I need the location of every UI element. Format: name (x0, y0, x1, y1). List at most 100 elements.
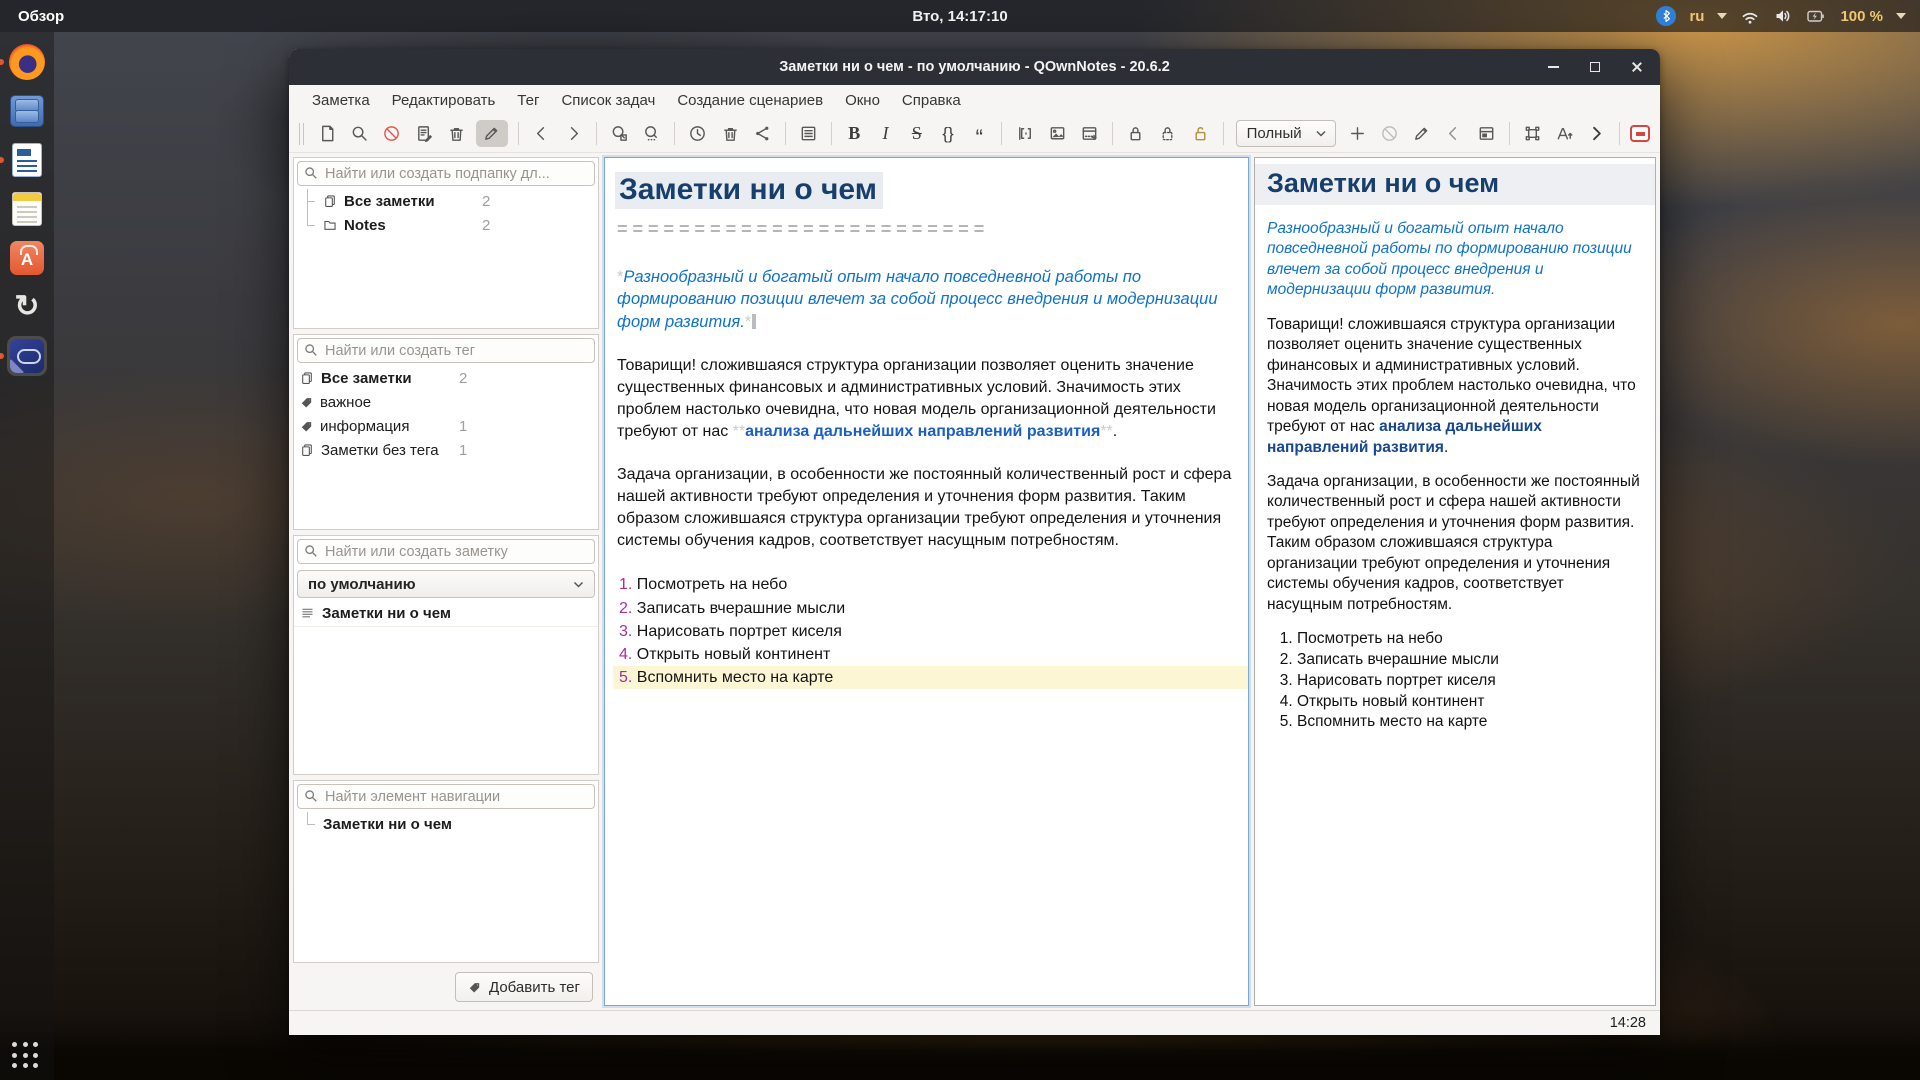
keyboard-layout-indicator: ru (1689, 8, 1704, 25)
format-code-button[interactable]: {} (936, 124, 960, 144)
subfolder-search-input[interactable] (297, 161, 595, 186)
dock-item-software-updater[interactable]: ↻ (7, 287, 47, 327)
preview-list-item: Записать вчерашние мысли (1297, 650, 1643, 670)
tag-row-untagged[interactable]: Заметки без тега 1 (294, 438, 598, 462)
toolbar-overflow-icon[interactable] (1584, 120, 1609, 147)
encrypt-note-icon[interactable] (1155, 120, 1180, 147)
toc-icon[interactable] (796, 120, 821, 147)
menu-scripting[interactable]: Создание сценариев (666, 88, 834, 113)
trash-icon[interactable] (718, 120, 743, 147)
dock-item-firefox[interactable] (7, 42, 47, 82)
menu-tag[interactable]: Тег (506, 88, 550, 113)
note-preview[interactable]: Заметки ни о чем Разнообразный и богатый… (1254, 157, 1656, 1006)
qownnotes-icon (10, 339, 44, 373)
remove-workspace-icon[interactable] (1377, 120, 1402, 147)
window-title: Заметки ни о чем - по умолчанию - QOwnNo… (779, 59, 1170, 75)
trash-note-icon[interactable] (444, 120, 469, 147)
format-bold-button[interactable]: B (842, 123, 866, 144)
editor-note-title: Заметки ни о чем (615, 172, 883, 209)
format-strikethrough-button[interactable]: S (905, 123, 929, 144)
frame-transform-icon[interactable] (1520, 120, 1545, 147)
note-search-input[interactable] (297, 539, 595, 564)
tag-search-input[interactable] (297, 338, 595, 363)
note-diff-icon[interactable] (411, 120, 436, 147)
menu-help[interactable]: Справка (891, 88, 972, 113)
clock[interactable]: Вто, 14:17:10 (912, 8, 1007, 25)
note-folder-select[interactable]: по умолчанию (297, 570, 595, 598)
wifi-icon (1740, 8, 1760, 25)
new-workspace-icon[interactable] (1345, 120, 1370, 147)
find-in-note-icon[interactable] (607, 120, 632, 147)
preview-list-item: Нарисовать портрет киселя (1297, 671, 1643, 691)
unlock-icon[interactable] (1187, 120, 1212, 147)
tree-branch (300, 812, 316, 836)
zoom-reset-icon[interactable] (639, 120, 664, 147)
battery-icon (1806, 7, 1827, 25)
remove-note-icon[interactable] (379, 120, 404, 147)
updater-icon: ↻ (14, 289, 39, 325)
sidebar-footer: Добавить тег (293, 968, 599, 1006)
format-italic-button[interactable]: I (873, 123, 897, 144)
editor-h1-underline: ======================== (617, 219, 1248, 240)
insert-link-icon[interactable] (1012, 120, 1037, 147)
editor-list-item-current-line: Вспомнить место на карте (613, 666, 1248, 689)
subfolder-row-all[interactable]: Все заметки 2 (294, 189, 598, 213)
back-icon[interactable] (529, 120, 554, 147)
tag-row-info[interactable]: информация 1 (294, 414, 598, 438)
note-folder-value: по умолчанию (308, 576, 416, 593)
menu-note[interactable]: Заметка (301, 88, 381, 113)
navigation-search-input[interactable] (297, 784, 595, 809)
dock-item-text-editor[interactable] (7, 189, 47, 229)
collapse-panels-icon[interactable] (1441, 120, 1466, 147)
tag-panel: Все заметки 2 важное информация 1 Заметк… (293, 334, 599, 530)
share-icon[interactable] (750, 120, 775, 147)
note-editor[interactable]: Заметки ни о чем =======================… (604, 157, 1249, 1006)
dock-item-qownnotes[interactable] (7, 336, 47, 376)
search-note-icon[interactable] (347, 120, 372, 147)
text-cursor (752, 314, 756, 329)
activities-button[interactable]: Обзор (0, 8, 82, 25)
toolbar-grip[interactable] (299, 123, 304, 145)
font-size-icon[interactable] (1552, 120, 1577, 147)
menu-tasklist[interactable]: Список задач (550, 88, 666, 113)
maximize-button[interactable] (1584, 56, 1606, 78)
editor-list-item: Нарисовать портрет киселя (613, 620, 1248, 643)
workspace-selector[interactable]: Полный (1236, 120, 1336, 147)
panel-layout-icon[interactable] (1473, 120, 1498, 147)
dock-item-libreoffice-writer[interactable] (7, 140, 47, 180)
subfolder-row-notes[interactable]: Notes 2 (294, 213, 598, 237)
history-icon[interactable] (685, 120, 710, 147)
window-controls (1542, 49, 1648, 85)
rename-workspace-icon[interactable] (1409, 120, 1434, 147)
tag-row-important[interactable]: важное (294, 390, 598, 414)
battery-percent: 100 % (1840, 8, 1883, 25)
close-pane-icon[interactable] (1630, 125, 1650, 142)
dock-item-files[interactable] (7, 91, 47, 131)
add-tag-button[interactable]: Добавить тег (455, 972, 593, 1002)
preview-note-title: Заметки ни о чем (1255, 164, 1655, 205)
menu-window[interactable]: Окно (834, 88, 891, 113)
navigation-item[interactable]: Заметки ни о чем (294, 812, 598, 836)
show-applications-button[interactable] (12, 1042, 40, 1070)
files-icon (10, 95, 44, 127)
system-indicators[interactable]: ru 100 % (1656, 6, 1920, 26)
note-list-item[interactable]: Заметки ни о чем (294, 601, 598, 627)
format-quote-button[interactable]: “ (967, 125, 991, 143)
main-content: Все заметки 2 Notes 2 Все заметк (289, 153, 1660, 1010)
preview-paragraph-2: Задача организации, в особенности же пос… (1267, 472, 1643, 615)
insert-table-icon[interactable] (1077, 120, 1102, 147)
minimize-button[interactable] (1542, 56, 1564, 78)
edit-mode-pencil-icon[interactable] (476, 120, 508, 147)
dock-item-ubuntu-software[interactable] (7, 238, 47, 278)
lock-icon[interactable] (1123, 120, 1148, 147)
tree-branch (300, 213, 316, 237)
volume-icon (1773, 7, 1793, 25)
tag-row-all-notes[interactable]: Все заметки 2 (294, 366, 598, 390)
titlebar[interactable]: Заметки ни о чем - по умолчанию - QOwnNo… (289, 49, 1660, 85)
menu-edit[interactable]: Редактировать (381, 88, 507, 113)
insert-image-icon[interactable] (1045, 120, 1070, 147)
close-button[interactable] (1626, 56, 1648, 78)
new-note-icon[interactable] (315, 120, 340, 147)
editor-list-item: Открыть новый континент (613, 643, 1248, 666)
forward-icon[interactable] (561, 120, 586, 147)
